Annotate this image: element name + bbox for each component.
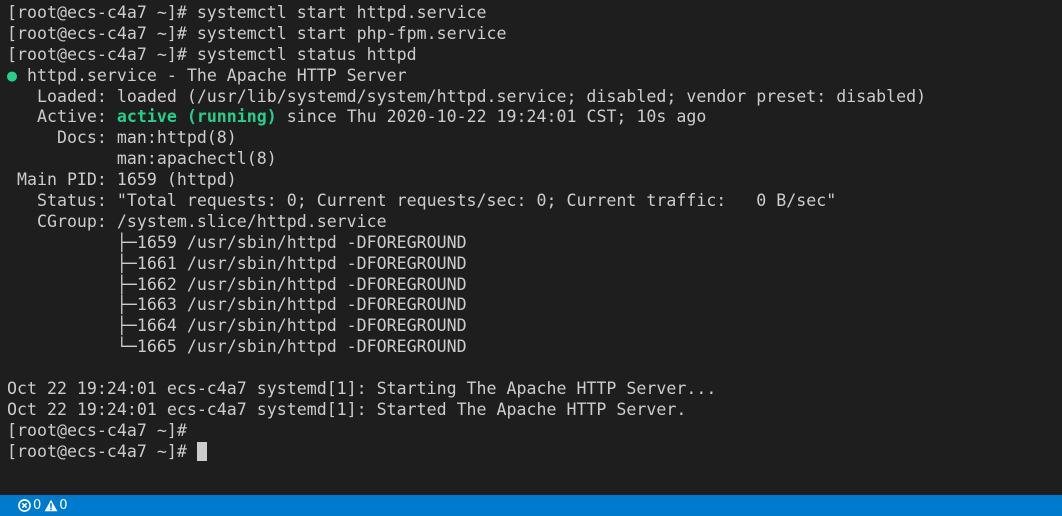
terminal-text: [root@ecs-c4a7 ~]#: [7, 420, 187, 440]
terminal-text: man:apachectl(8): [7, 149, 277, 169]
terminal-text: httpd.service - The Apache HTTP Server: [17, 65, 407, 85]
terminal-text: CGroup: /system.slice/httpd.service: [7, 211, 387, 231]
warning-icon: [44, 499, 58, 512]
terminal-text: ├─1662 /usr/sbin/httpd -DFOREGROUND: [7, 274, 467, 294]
terminal-text: [root@ecs-c4a7 ~]# systemctl status http…: [7, 44, 417, 64]
terminal-line: [root@ecs-c4a7 ~]# systemctl start php-f…: [7, 24, 926, 45]
problems-indicator[interactable]: 0 0: [18, 495, 71, 516]
terminal-line: Main PID: 1659 (httpd): [7, 170, 926, 191]
terminal-text: ├─1661 /usr/sbin/httpd -DFOREGROUND: [7, 253, 467, 273]
terminal-text: └─1665 /usr/sbin/httpd -DFOREGROUND: [7, 337, 467, 357]
terminal-cursor: [196, 441, 207, 461]
terminal-text: ├─1664 /usr/sbin/httpd -DFOREGROUND: [7, 316, 467, 336]
terminal-line: CGroup: /system.slice/httpd.service: [7, 212, 926, 233]
terminal-line: Active: active (running) since Thu 2020-…: [7, 107, 926, 128]
terminal-text: since Thu 2020-10-22 19:24:01 CST; 10s a…: [276, 107, 707, 127]
terminal-line: ├─1662 /usr/sbin/httpd -DFOREGROUND: [7, 275, 926, 296]
terminal-text: Loaded: loaded (/usr/lib/systemd/system/…: [7, 86, 927, 106]
terminal-text: ├─1663 /usr/sbin/httpd -DFOREGROUND: [7, 295, 467, 315]
terminal-line: Loaded: loaded (/usr/lib/systemd/system/…: [7, 87, 926, 108]
terminal-text: Oct 22 19:24:01 ecs-c4a7 systemd[1]: Sta…: [7, 399, 687, 419]
terminal-line: man:apachectl(8): [7, 149, 926, 170]
terminal-line: ├─1663 /usr/sbin/httpd -DFOREGROUND: [7, 295, 926, 316]
terminal-line: [root@ecs-c4a7 ~]#: [7, 421, 926, 442]
terminal-line: └─1665 /usr/sbin/httpd -DFOREGROUND: [7, 337, 926, 358]
terminal-line: [root@ecs-c4a7 ~]# systemctl status http…: [7, 45, 926, 66]
terminal-line: Status: "Total requests: 0; Current requ…: [7, 191, 926, 212]
terminal-line: ├─1664 /usr/sbin/httpd -DFOREGROUND: [7, 316, 926, 337]
terminal-text: Oct 22 19:24:01 ecs-c4a7 systemd[1]: Sta…: [7, 379, 717, 399]
error-icon: [18, 499, 31, 512]
terminal-line: ● httpd.service - The Apache HTTP Server: [7, 66, 926, 87]
terminal-text: [root@ecs-c4a7 ~]# systemctl start httpd…: [7, 3, 487, 22]
active-state-text: active (running): [116, 107, 277, 127]
terminal-line: [root@ecs-c4a7 ~]#: [7, 441, 926, 463]
terminal-output: [root@ecs-c4a7 ~]# systemctl start httpd…: [7, 3, 926, 463]
terminal-line: Oct 22 19:24:01 ecs-c4a7 systemd[1]: Sta…: [7, 400, 926, 421]
status-dot: ●: [7, 65, 17, 85]
terminal-line: Docs: man:httpd(8): [7, 128, 926, 149]
terminal-text: ├─1659 /usr/sbin/httpd -DFOREGROUND: [7, 232, 467, 252]
status-bar: 0 0: [0, 495, 1062, 516]
error-count: 0: [33, 498, 42, 513]
terminal-text: Docs: man:httpd(8): [7, 128, 237, 148]
terminal-panel[interactable]: [root@ecs-c4a7 ~]# systemctl start httpd…: [0, 0, 1062, 495]
terminal-text: Active:: [7, 107, 117, 127]
terminal-line: ├─1659 /usr/sbin/httpd -DFOREGROUND: [7, 233, 926, 254]
terminal-text: Main PID: 1659 (httpd): [7, 170, 237, 190]
warning-count: 0: [59, 498, 68, 513]
terminal-line: Oct 22 19:24:01 ecs-c4a7 systemd[1]: Sta…: [7, 379, 926, 400]
terminal-text: [root@ecs-c4a7 ~]# systemctl start php-f…: [7, 23, 507, 43]
terminal-line: [root@ecs-c4a7 ~]# systemctl start httpd…: [7, 3, 926, 24]
terminal-line: ├─1661 /usr/sbin/httpd -DFOREGROUND: [7, 254, 926, 275]
terminal-text: Status: "Total requests: 0; Current requ…: [7, 191, 837, 211]
terminal-text: [root@ecs-c4a7 ~]#: [7, 441, 197, 461]
